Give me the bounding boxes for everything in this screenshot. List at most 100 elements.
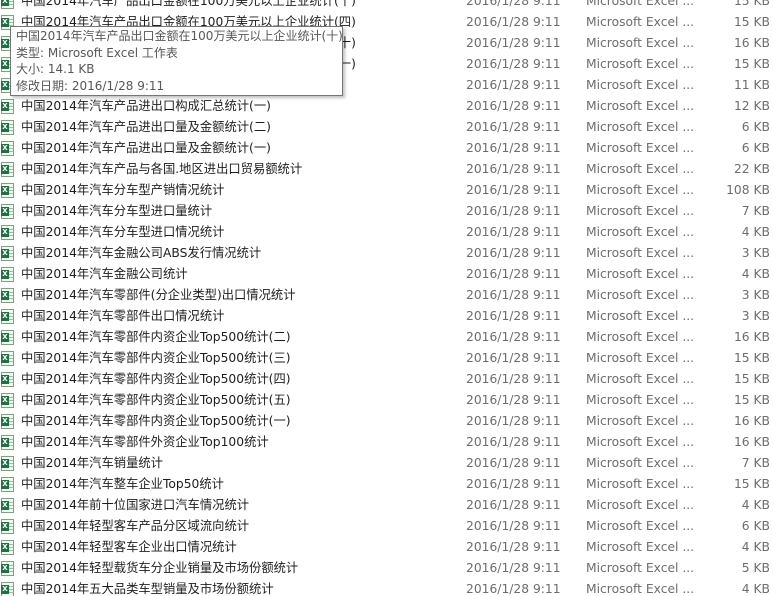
file-name: 中国2014年汽车产品进出口构成汇总统计(一) [21, 99, 271, 113]
excel-file-icon: X [1, 246, 14, 261]
file-date: 2016/1/28 9:11 [466, 267, 561, 281]
file-row[interactable]: X 中国2014年汽车分车型产销情况统计 2016/1/28 9:11 Microso… [0, 180, 773, 201]
file-date: 2016/1/28 9:11 [466, 498, 561, 512]
file-row[interactable]: X 中国2014年汽车金融公司ABS发行情况统计 2016/1/28 9:11 Mic… [0, 243, 773, 264]
file-size: 15 KB [733, 351, 770, 365]
file-date: 2016/1/28 9:11 [466, 225, 561, 239]
file-date: 2016/1/28 9:11 [466, 477, 561, 491]
file-name: 中国2014年汽车金融公司ABS发行情况统计 [21, 246, 262, 260]
file-date: 2016/1/28 9:11 [466, 456, 561, 470]
file-name: 中国2014年汽车零部件外资企业Top100统计 [21, 435, 269, 449]
file-date: 2016/1/28 9:11 [466, 15, 561, 29]
excel-file-icon: X [1, 435, 14, 450]
file-size: 16 KB [733, 435, 770, 449]
file-type: Microsoft Excel ... [586, 456, 695, 470]
file-date: 2016/1/28 9:11 [466, 246, 561, 260]
file-row[interactable]: X 中国2014年汽车零部件内资企业Top500统计(二) 2016/1/28 9:… [0, 327, 773, 348]
tooltip-type: 类型: Microsoft Excel 工作表 [16, 45, 178, 60]
file-row[interactable]: X 中国2014年汽车整车企业Top50统计 2016/1/28 9:11 Micro… [0, 474, 773, 495]
file-name: 中国2014年汽车销量统计 [21, 456, 163, 470]
file-size: 16 KB [733, 36, 770, 50]
file-row[interactable]: X 中国2014年汽车产品进出口量及金额统计(二) 2016/1/28 9:11 Mi… [0, 117, 773, 138]
file-type: Microsoft Excel ... [586, 204, 695, 218]
excel-file-icon: X [1, 477, 14, 492]
file-type: Microsoft Excel ... [586, 267, 695, 281]
file-row[interactable]: X 中国2014年汽车零部件内资企业Top500统计(三) 2016/1/28 9:… [0, 348, 773, 369]
excel-file-icon: X [1, 519, 14, 534]
file-row[interactable]: X 中国2014年汽车产品进出口量及金额统计(一) 2016/1/28 9:11 Mi… [0, 138, 773, 159]
file-row[interactable]: X 中国2014年汽车零部件内资企业Top500统计(一) 2016/1/28 9:… [0, 411, 773, 432]
file-row[interactable]: X 中国2014年汽车分车型进口情况统计 2016/1/28 9:11 Microso… [0, 222, 773, 243]
file-row[interactable]: X 中国2014年汽车零部件出口情况统计 2016/1/28 9:11 Microso… [0, 306, 773, 327]
tooltip-date: 修改日期: 2016/1/28 9:11 [16, 78, 165, 93]
file-row[interactable]: X 中国2014年汽车分车型进口量统计 2016/1/28 9:11 Microsof… [0, 201, 773, 222]
file-type: Microsoft Excel ... [586, 141, 695, 155]
file-name: 中国2014年五大品类车型销量及市场份额统计 [21, 582, 274, 596]
file-type: Microsoft Excel ... [586, 561, 695, 575]
file-size: 3 KB [741, 246, 770, 260]
file-row[interactable]: X 中国2014年汽车金融公司统计 2016/1/28 9:11 Microsoft … [0, 264, 773, 285]
excel-file-icon: X [1, 99, 14, 114]
file-row[interactable]: X 中国2014年汽车零部件内资企业Top500统计(五) 2016/1/28 9:… [0, 390, 773, 411]
excel-file-icon: X [1, 309, 14, 324]
file-size: 6 KB [741, 519, 770, 533]
file-size: 4 KB [741, 540, 770, 554]
file-type: Microsoft Excel ... [586, 582, 695, 596]
file-date: 2016/1/28 9:11 [466, 582, 561, 596]
file-row[interactable]: X 中国2014年汽车产品与各国.地区进出口贸易额统计 2016/1/28 9:11… [0, 159, 773, 180]
file-name: 中国2014年汽车零部件内资企业Top500统计(五) [21, 393, 291, 407]
file-name: 中国2014年汽车产品进出口量及金额统计(一) [21, 141, 271, 155]
file-size: 15 KB [733, 15, 770, 29]
file-row[interactable]: X 中国2014年汽车销量统计 2016/1/28 9:11 Microsoft Ex… [0, 453, 773, 474]
file-type: Microsoft Excel ... [586, 225, 695, 239]
file-type: Microsoft Excel ... [586, 540, 695, 554]
file-name: 中国2014年汽车零部件出口情况统计 [21, 309, 225, 323]
file-row[interactable]: X 中国2014年汽车零部件内资企业Top500统计(四) 2016/1/28 9:… [0, 369, 773, 390]
file-name: 中国2014年汽车分车型产销情况统计 [21, 183, 225, 197]
file-date: 2016/1/28 9:11 [466, 540, 561, 554]
file-name: 中国2014年汽车产品进出口量及金额统计(二) [21, 120, 271, 134]
file-name: 中国2014年汽车产品与各国.地区进出口贸易额统计 [21, 162, 303, 176]
file-size: 4 KB [741, 267, 770, 281]
file-type: Microsoft Excel ... [586, 372, 695, 386]
file-row[interactable]: X 中国2014年汽车零部件(分企业类型)出口情况统计 2016/1/28 9:11… [0, 285, 773, 306]
file-size: 7 KB [741, 204, 770, 218]
excel-file-icon: X [1, 183, 14, 198]
file-row[interactable]: X 中国2014年汽车零部件外资企业Top100统计 2016/1/28 9:11 M… [0, 432, 773, 453]
file-size: 15 KB [733, 477, 770, 491]
file-date: 2016/1/28 9:11 [466, 183, 561, 197]
file-row[interactable]: X 中国2014年前十位国家进口汽车情况统计 2016/1/28 9:11 Micro… [0, 495, 773, 516]
file-size: 16 KB [733, 414, 770, 428]
file-type: Microsoft Excel ... [586, 36, 695, 50]
file-row[interactable]: X 中国2014年汽车产品出口金额在100万美元以上企业统计(十) 2016/1/2… [0, 0, 773, 12]
file-name: 中国2014年汽车零部件内资企业Top500统计(一) [21, 414, 291, 428]
file-row[interactable]: X 中国2014年汽车产品进出口构成汇总统计(一) 2016/1/28 9:11 Mi… [0, 96, 773, 117]
file-type: Microsoft Excel ... [586, 162, 695, 176]
file-date: 2016/1/28 9:11 [466, 372, 561, 386]
file-date: 2016/1/28 9:11 [466, 330, 561, 344]
file-size: 15 KB [733, 0, 770, 8]
excel-file-icon: X [1, 414, 14, 429]
file-type: Microsoft Excel ... [586, 519, 695, 533]
file-name: 中国2014年轻型客车产品分区域流向统计 [21, 519, 250, 533]
file-type: Microsoft Excel ... [586, 288, 695, 302]
file-type: Microsoft Excel ... [586, 414, 695, 428]
file-name: 中国2014年汽车金融公司统计 [21, 267, 188, 281]
file-size: 3 KB [741, 288, 770, 302]
file-type: Microsoft Excel ... [586, 351, 695, 365]
file-size: 4 KB [741, 225, 770, 239]
file-row[interactable]: X 中国2014年轻型载货车分企业销量及市场份额统计 2016/1/28 9:11 M… [0, 558, 773, 579]
file-row[interactable]: X 中国2014年轻型客车产品分区域流向统计 2016/1/28 9:11 Micro… [0, 516, 773, 537]
file-row[interactable]: X 中国2014年五大品类车型销量及市场份额统计 2016/1/28 9:11 Mic… [0, 579, 773, 596]
file-type: Microsoft Excel ... [586, 57, 695, 71]
file-size: 15 KB [733, 57, 770, 71]
file-date: 2016/1/28 9:11 [466, 204, 561, 218]
file-size: 11 KB [733, 78, 770, 92]
file-type: Microsoft Excel ... [586, 0, 695, 8]
file-type: Microsoft Excel ... [586, 15, 695, 29]
file-row[interactable]: X 中国2014年轻型客车企业出口情况统计 2016/1/28 9:11 Micros… [0, 537, 773, 558]
file-name: 中国2014年汽车零部件内资企业Top500统计(二) [21, 330, 291, 344]
file-name: 中国2014年汽车零部件内资企业Top500统计(四) [21, 372, 291, 386]
excel-file-icon: X [1, 351, 14, 366]
excel-file-icon: X [1, 225, 14, 240]
